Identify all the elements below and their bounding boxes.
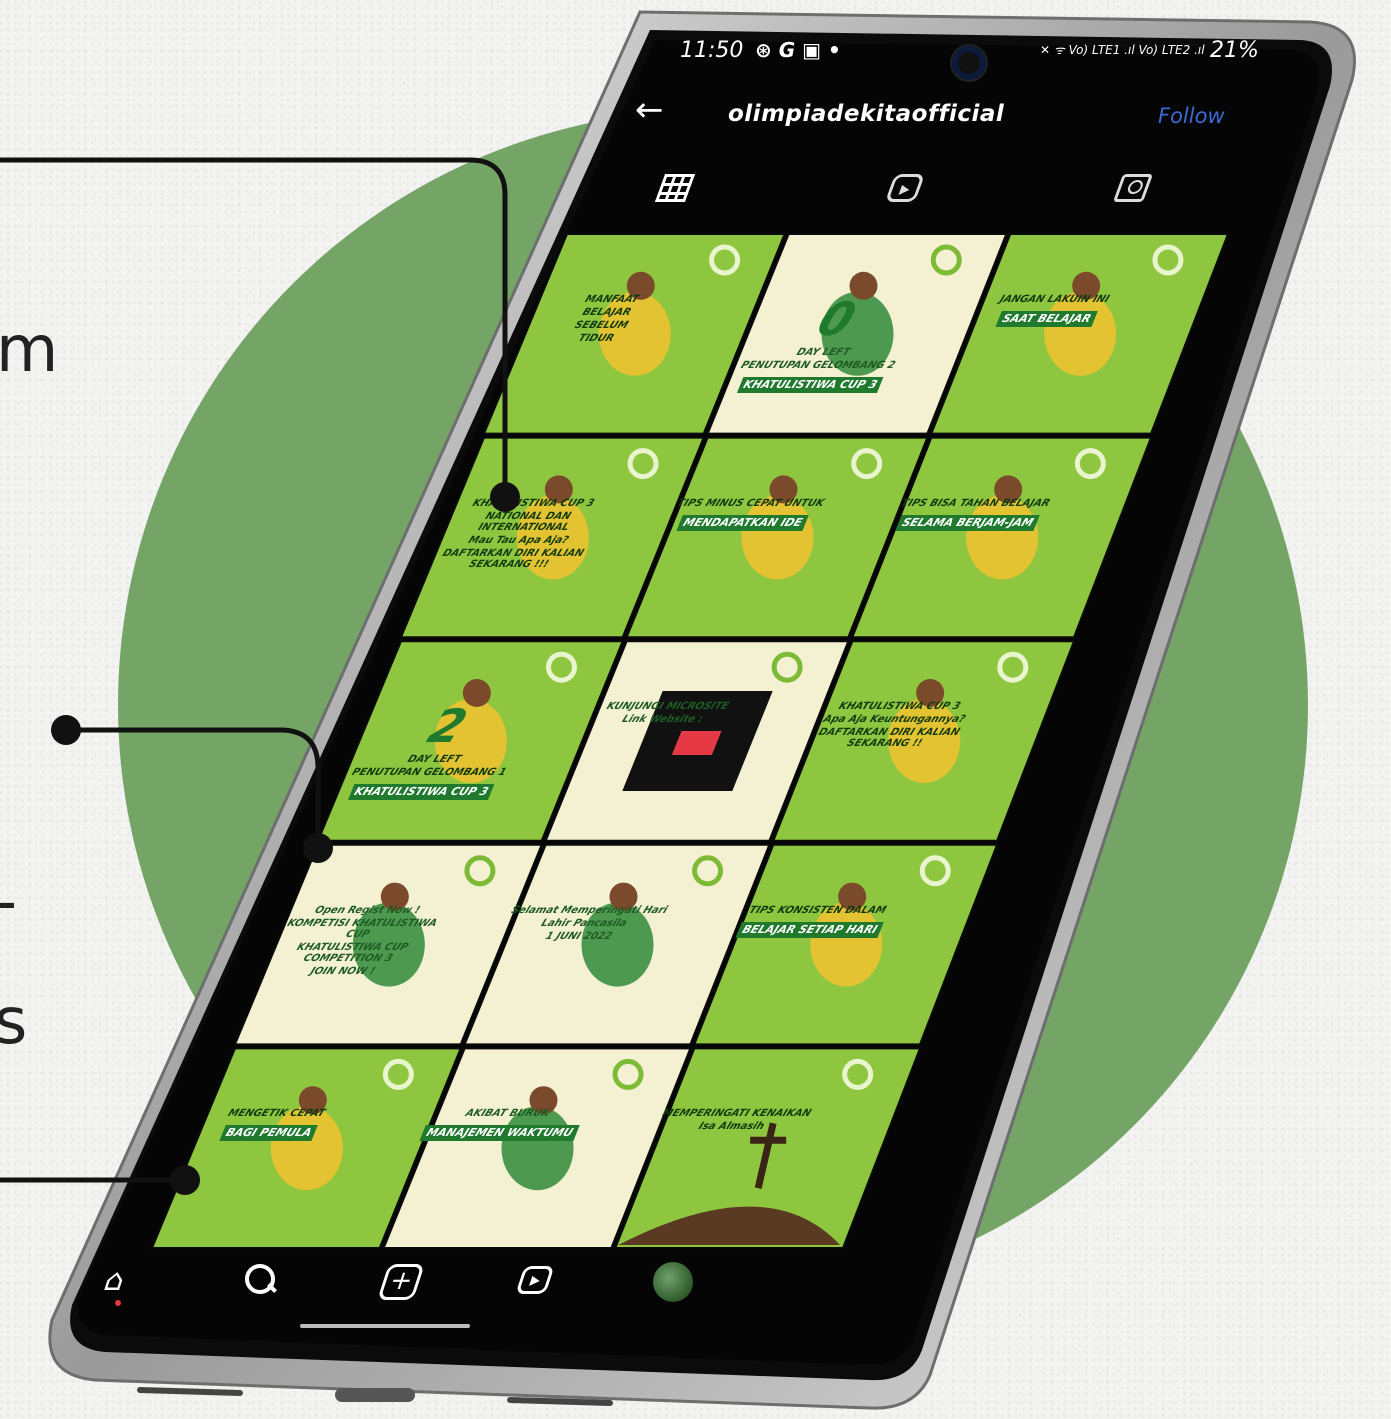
status-bar: 11:50 ⊛ G ▣ • ✕ ᯤ Vo) LTE1 .ıl Vo) LTE2 …: [680, 38, 1280, 82]
post-text-line: MANFAAT: [583, 294, 641, 305]
speaker-grille-left: [137, 1387, 243, 1396]
profile-avatar[interactable]: [653, 1262, 693, 1302]
post-text-line: AKIBAT BURUK: [463, 1108, 552, 1120]
post-text-line: Lahir Pancasila: [539, 917, 629, 929]
post-text-line: NATIONAL DAN INTERNATIONAL: [476, 510, 573, 533]
post-text-line: Link Website :: [620, 714, 705, 726]
back-arrow-icon[interactable]: ←: [635, 93, 664, 127]
post-text-line: Selamat Memperingati Hari: [509, 904, 670, 916]
post-text-line: KHATULISTIWA CUP 3: [836, 701, 962, 713]
bottom-nav: ⌂ +: [95, 1262, 715, 1328]
post-text-line: SEBELUM: [573, 320, 631, 331]
post-text: AKIBAT BURUK MANAJEMEN WAKTUMU: [411, 1106, 596, 1143]
post-text-line: MENDAPATKAN IDE: [676, 514, 809, 531]
status-right-icons: ✕ ᯤ Vo) LTE1 .ıl Vo) LTE2 .ıl: [1040, 43, 1205, 57]
follow-button[interactable]: Follow: [1158, 104, 1225, 128]
post-text: KUNJUNGI MICROSITE Link Website :: [574, 699, 755, 727]
grid-icon[interactable]: [654, 174, 696, 202]
status-battery: 21%: [1210, 38, 1259, 63]
post-text-line: DAY LEFT: [795, 346, 853, 358]
post-text: MANFAAT BELAJAR SEBELUM TIDUR: [508, 292, 700, 346]
post-text: Open Regist Now ! KOMPETISI KHATULISTIWA …: [255, 903, 456, 979]
post-text-line: MANAJEMEN WAKTUMU: [419, 1125, 580, 1142]
post-text-line: DAFTARKAN DIRI KALIAN SEKARANG !!!: [441, 547, 586, 570]
home-icon[interactable]: ⌂: [99, 1263, 140, 1298]
home-notification-dot: [115, 1300, 121, 1306]
charging-port: [335, 1388, 415, 1402]
post-text-line: KUNJUNGI MICROSITE: [604, 701, 731, 713]
status-left-icons: ⊛ G ▣ •: [755, 38, 841, 62]
create-icon[interactable]: +: [377, 1264, 425, 1300]
post-text-line: Open Regist Now !: [313, 904, 423, 916]
post-text: TIPS KONSISTEN DALAM BELAJAR SETIAP HARI: [720, 903, 905, 940]
post-text: KHATULISTIWA CUP 3 NATIONAL DAN INTERNATI…: [421, 496, 622, 572]
tagged-icon[interactable]: [1112, 174, 1154, 202]
post-text-line: Apa Aja Keuntungannya?: [821, 714, 967, 726]
post-text-line: BELAJAR SETIAP HARI: [735, 921, 884, 938]
post-text-line: BELAJAR: [580, 307, 634, 318]
reels-nav-icon[interactable]: [515, 1266, 555, 1294]
post-text-line: TIPS MINUS CEPAT UNTUK: [675, 497, 826, 509]
post-text-line: KHATULISTIWA CUP 3: [736, 376, 885, 393]
post-text-line: KHATULISTIWA CUP COMPETITION 3: [295, 941, 411, 964]
post-text-line: DAY LEFT: [406, 753, 464, 765]
profile-header: ← olimpiadekitaofficial Follow: [630, 93, 1250, 139]
home-indicator: [300, 1324, 470, 1328]
post-text: MENGETIK CEPAT BAGI PEMULA: [180, 1106, 365, 1143]
post-text-line: JOIN NOW !: [308, 965, 378, 977]
post-text-line: TIDUR: [576, 333, 617, 344]
post-text-line: PENUTUPAN GELOMBANG 1: [350, 766, 509, 778]
post-text: TIPS BISA TAHAN BELAJAR SELAMA BERJAM-JAM: [878, 496, 1063, 533]
post-text-line: KOMPETISI KHATULISTIWA CUP: [285, 917, 440, 940]
post-text-line: 1 JUNI 2022: [543, 930, 614, 942]
post-text: MEMPERINGATI KENAIKAN Isa Almasih: [643, 1106, 824, 1134]
front-camera: [950, 44, 988, 82]
post-text: TIPS MINUS CEPAT UNTUK MENDAPATKAN IDE: [654, 496, 839, 533]
post-text-line: MENGETIK CEPAT: [226, 1108, 328, 1120]
reels-icon[interactable]: [884, 174, 926, 202]
post-text-line: Isa Almasih: [696, 1121, 766, 1133]
post-text: KHATULISTIWA CUP 3 Apa Aja Keuntungannya?…: [796, 699, 987, 751]
post-text-line: MEMPERINGATI KENAIKAN: [660, 1108, 813, 1120]
post-text-line: DAFTARKAN DIRI KALIAN SEKARANG !!: [816, 727, 962, 750]
post-text-line: JANGAN LAKUIN INI: [997, 294, 1111, 305]
post-text-line: 2: [421, 699, 476, 754]
post-text-line: SELAMA BERJAM-JAM: [895, 514, 1040, 531]
post-text-line: TIPS BISA TAHAN BELAJAR: [899, 497, 1052, 509]
profile-username: olimpiadekitaofficial: [728, 101, 1005, 127]
post-text-line: PENUTUPAN GELOMBANG 2: [739, 359, 898, 371]
search-icon[interactable]: [245, 1264, 277, 1294]
post-text-line: KHATULISTIWA CUP 3: [347, 783, 496, 800]
post-text-line: TIPS KONSISTEN DALAM: [746, 904, 888, 916]
post-text: Selamat Memperingati Hari Lahir Pancasila…: [491, 903, 678, 944]
speaker-grille-right: [507, 1397, 613, 1406]
post-text-line: SAAT BELAJAR: [995, 311, 1098, 328]
profile-tabs: [654, 170, 1180, 214]
post-text: JANGAN LAKUIN INI SAAT BELAJAR: [957, 292, 1142, 329]
post-text-line: KHATULISTIWA CUP 3: [471, 497, 597, 509]
status-time: 11:50: [680, 38, 744, 63]
post-text-line: 0: [810, 292, 864, 346]
post-text-line: BAGI PEMULA: [219, 1125, 319, 1142]
post-text-line: Mau Tau Apa Aja?: [466, 534, 571, 546]
